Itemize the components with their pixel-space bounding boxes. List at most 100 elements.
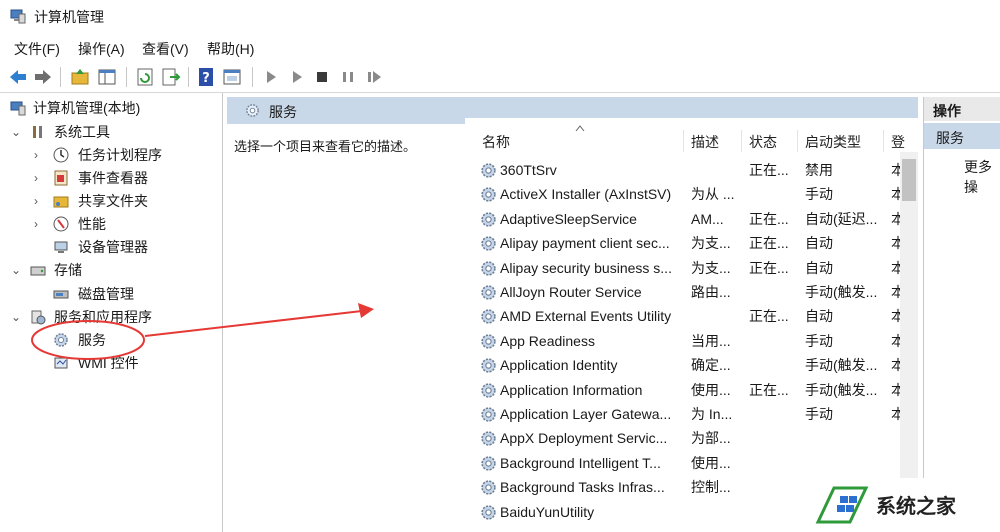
- title-bar: 计算机管理: [0, 0, 1000, 33]
- tree-node-services-apps[interactable]: ⌄ 服务和应用程序: [0, 306, 220, 328]
- scrollbar-thumb[interactable]: [902, 159, 916, 201]
- device-manager-icon: [54, 241, 68, 253]
- tree-label-system-tools: 系统工具: [54, 124, 110, 140]
- actions-pane: 操作 服务 更多操: [923, 97, 1000, 532]
- event-viewer-icon: [54, 170, 68, 186]
- column-divider[interactable]: [683, 130, 684, 152]
- actions-section-services[interactable]: 服务: [924, 123, 1000, 149]
- vertical-scrollbar[interactable]: [900, 152, 918, 480]
- gear-icon: [481, 236, 496, 251]
- disk-icon: [53, 290, 69, 299]
- column-header-status[interactable]: 状态: [749, 132, 777, 152]
- cell-desc: 为从 ...: [691, 186, 735, 203]
- back-arrow-icon[interactable]: [8, 67, 28, 87]
- tree-label-device-manager: 设备管理器: [78, 239, 148, 255]
- tree-node-storage[interactable]: ⌄ 存储: [0, 259, 220, 281]
- up-folder-icon[interactable]: [70, 67, 90, 87]
- tree-label-root: 计算机管理(本地): [33, 100, 141, 116]
- gear-icon: [481, 309, 496, 325]
- cell-startup: 自动: [805, 259, 833, 276]
- performance-icon: [53, 216, 69, 232]
- window-title: 计算机管理: [34, 9, 104, 25]
- storage-icon: [30, 266, 46, 276]
- tree-node-device-manager[interactable]: 设备管理器: [0, 236, 220, 258]
- menu-file[interactable]: 文件(F): [14, 39, 60, 59]
- table-row[interactable]: 360TtSrv 正在... 禁用本: [465, 158, 903, 182]
- start-icon[interactable]: [287, 67, 307, 87]
- tree-node-shared-folders[interactable]: › 共享文件夹: [0, 190, 220, 212]
- column-divider[interactable]: [797, 130, 798, 152]
- chevron-right-icon[interactable]: ›: [34, 213, 38, 235]
- refresh-icon[interactable]: [135, 67, 155, 87]
- table-row[interactable]: Application Information 使用... 正在... 手动(触发..…: [465, 378, 903, 402]
- gear-icon: [481, 504, 496, 520]
- restart-service-icon[interactable]: [364, 67, 384, 87]
- tree-node-disk-management[interactable]: 磁盘管理: [0, 283, 220, 305]
- gear-icon: [481, 456, 496, 471]
- tree-node-task-scheduler[interactable]: › 任务计划程序: [0, 144, 220, 166]
- tree-node-root[interactable]: 计算机管理(本地): [0, 97, 220, 119]
- gear-icon: [481, 431, 496, 447]
- pause-service-icon[interactable]: [338, 67, 358, 87]
- tree-node-services[interactable]: 服务: [0, 329, 220, 351]
- gear-icon: [481, 163, 496, 178]
- more-actions-link[interactable]: 更多操: [964, 157, 1000, 197]
- actions-section-title: 服务: [936, 130, 964, 146]
- table-row[interactable]: Application Identity 确定... 手动(触发... 本: [465, 353, 903, 377]
- column-header-logon[interactable]: 登: [891, 132, 905, 152]
- column-header-startup-type[interactable]: 启动类型: [805, 132, 861, 152]
- cell-name: AppX Deployment Servic...: [500, 430, 668, 447]
- table-row[interactable]: AllJoyn Router Service 路由... 手动(触发... 本: [465, 280, 903, 304]
- properties-icon[interactable]: [222, 67, 242, 87]
- help-icon[interactable]: ?: [196, 67, 216, 87]
- column-divider[interactable]: [883, 130, 884, 152]
- gear-icon: [481, 212, 496, 227]
- table-row[interactable]: Application Layer Gatewa... 为 In... 手动本: [465, 402, 903, 426]
- forward-arrow-icon[interactable]: [33, 67, 53, 87]
- menu-action[interactable]: 操作(A): [78, 39, 125, 59]
- table-row[interactable]: AppX Deployment Servic... 为部...: [465, 426, 900, 450]
- cell-name: App Readiness: [500, 332, 595, 349]
- cell-desc: AM...: [691, 210, 724, 227]
- cell-startup: 手动: [805, 186, 833, 203]
- column-header-description[interactable]: 描述: [691, 132, 719, 152]
- table-row[interactable]: Alipay payment client sec... 为支... 正在... 自动…: [465, 231, 903, 255]
- tree-node-wmi[interactable]: WMI 控件: [0, 352, 220, 374]
- menu-view[interactable]: 查看(V): [142, 39, 189, 59]
- menu-help[interactable]: 帮助(H): [207, 39, 254, 59]
- column-header-name[interactable]: 名称: [482, 132, 510, 152]
- table-row[interactable]: AMD External Events Utility 正在... 自动本: [465, 304, 903, 328]
- cell-desc: 为支...: [691, 259, 731, 276]
- tree-node-event-viewer[interactable]: › 事件查看器: [0, 167, 220, 189]
- tree-label-storage: 存储: [54, 262, 82, 278]
- gear-icon: [481, 382, 496, 398]
- cell-startup: 手动: [805, 406, 833, 422]
- menu-bar: 文件(F) 操作(A) 查看(V) 帮助(H): [0, 34, 1000, 62]
- chevron-down-icon[interactable]: ⌄: [11, 259, 21, 281]
- tree-label-services-apps: 服务和应用程序: [54, 309, 152, 325]
- toolbar-separator: [252, 67, 253, 87]
- table-row[interactable]: Alipay security business s... 为支... 正在... 自…: [465, 256, 903, 280]
- export-list-icon[interactable]: [161, 67, 181, 87]
- cell-name: AdaptiveSleepService: [500, 210, 637, 227]
- chevron-right-icon[interactable]: ›: [34, 167, 38, 189]
- tree-node-system-tools[interactable]: ⌄ 系统工具: [0, 121, 220, 143]
- cell-startup: 手动(触发...: [805, 284, 878, 300]
- column-divider[interactable]: [741, 130, 742, 152]
- toolbar-separator: [60, 67, 61, 87]
- table-row[interactable]: ActiveX Installer (AxInstSV) 为从 ... 手动本: [465, 182, 903, 206]
- stop-service-icon[interactable]: [312, 67, 332, 87]
- start-service-icon[interactable]: [261, 67, 281, 87]
- cell-desc: 路由...: [691, 284, 731, 300]
- tree-node-performance[interactable]: › 性能: [0, 213, 220, 235]
- table-row[interactable]: App Readiness 当用... 手动本: [465, 329, 903, 353]
- table-row[interactable]: Background Intelligent T... 使用...: [465, 451, 900, 475]
- chevron-right-icon[interactable]: ›: [34, 190, 38, 212]
- chevron-down-icon[interactable]: ⌄: [11, 306, 21, 328]
- cell-startup: 禁用: [805, 162, 833, 178]
- toolbar-separator: [188, 67, 189, 87]
- chevron-right-icon[interactable]: ›: [34, 144, 38, 166]
- show-hide-tree-icon[interactable]: [97, 67, 117, 87]
- chevron-down-icon[interactable]: ⌄: [11, 121, 21, 143]
- table-row[interactable]: AdaptiveSleepService AM... 正在... 自动(延迟... 本: [465, 207, 903, 231]
